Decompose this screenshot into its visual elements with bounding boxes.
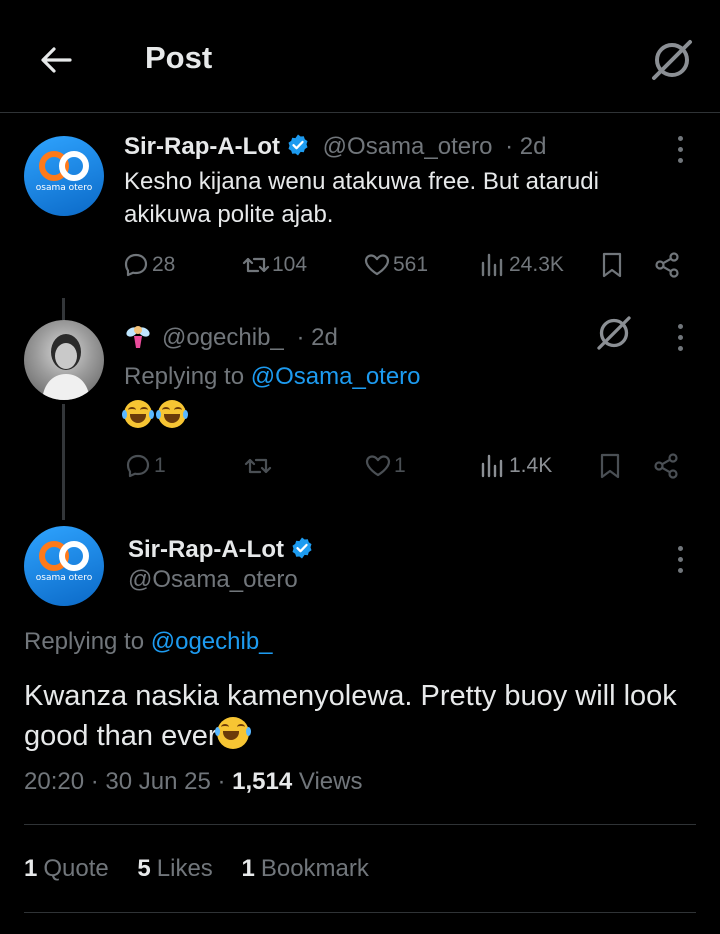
avatar-label: osama otero	[35, 573, 93, 583]
mention-link[interactable]: @Osama_otero	[251, 363, 421, 390]
profile-photo-icon	[42, 334, 90, 400]
reply-icon	[124, 253, 148, 277]
views-icon	[481, 454, 503, 478]
author-handle[interactable]: @Osama_otero	[323, 133, 493, 160]
back-arrow-icon[interactable]	[36, 40, 76, 80]
avatar[interactable]: osama otero	[24, 526, 104, 606]
repost-icon	[242, 257, 270, 273]
views-count: 24.3K	[509, 253, 564, 276]
laughing-emoji-icon	[122, 400, 154, 428]
tweet-time: · 2d	[296, 324, 338, 351]
like-button[interactable]: 1	[364, 452, 406, 480]
grok-icon[interactable]	[648, 36, 696, 84]
thread-line	[62, 298, 65, 320]
repost-button[interactable]	[244, 452, 274, 480]
laughing-emoji-icon	[215, 717, 252, 749]
views-button[interactable]: 1.4K	[479, 452, 552, 480]
brand-logo-icon	[39, 541, 89, 571]
page-title: Post	[145, 40, 213, 75]
tweet-time: · 2d	[505, 133, 547, 160]
tweet-emojis	[122, 400, 189, 429]
verified-badge-icon	[288, 134, 308, 156]
likes-stat[interactable]: 5 Likes	[137, 855, 212, 882]
brand-logo-icon	[39, 151, 89, 181]
more-options-icon[interactable]	[675, 324, 685, 354]
author-handle[interactable]: @Osama_otero	[128, 566, 298, 594]
heart-icon	[365, 455, 391, 477]
bookmark-icon[interactable]	[596, 452, 624, 480]
reply-count: 1	[154, 454, 166, 477]
avatar[interactable]: osama otero	[24, 136, 104, 216]
replying-to: Replying to @Osama_otero	[124, 363, 421, 390]
grok-icon[interactable]	[594, 313, 634, 353]
fairy-emoji-icon	[126, 326, 150, 348]
engagement-stats: 1 Quote 5 Likes 1 Bookmark	[24, 855, 391, 883]
repost-icon	[244, 458, 272, 474]
replying-to: Replying to @ogechib_	[24, 628, 273, 655]
top-bar: Post	[0, 0, 720, 113]
heart-icon	[364, 254, 390, 276]
tweet-text: Kesho kijana wenu atakuwa free. But atar…	[124, 168, 599, 228]
share-icon[interactable]	[653, 251, 681, 279]
views-label: Views	[292, 768, 363, 795]
like-count: 1	[394, 454, 406, 477]
views-button[interactable]: 24.3K	[479, 251, 564, 279]
reply-button[interactable]: 1	[124, 452, 166, 480]
tweet-author-line: Sir-Rap-A-Lot @Osama_otero · 2d	[124, 133, 546, 161]
reply-button[interactable]: 28	[122, 251, 175, 279]
bookmarks-stat[interactable]: 1 Bookmark	[241, 855, 368, 882]
author-handle[interactable]: @ogechib_	[162, 324, 284, 351]
laughing-emoji-icon	[156, 400, 189, 428]
verified-badge-icon	[292, 537, 312, 559]
divider	[24, 912, 696, 913]
tweet-author-line: @ogechib_ · 2d	[124, 322, 338, 352]
thread-line	[62, 404, 65, 520]
repost-button[interactable]: 104	[242, 251, 307, 279]
like-count: 561	[393, 253, 429, 276]
like-button[interactable]: 561	[363, 251, 428, 279]
tweet-text: Kwanza naskia kamenyolewa. Pretty buoy w…	[24, 680, 677, 752]
author-name[interactable]: Sir-Rap-A-Lot	[124, 133, 280, 160]
more-options-icon[interactable]	[675, 136, 685, 166]
avatar[interactable]	[24, 320, 104, 400]
repost-count: 104	[272, 253, 308, 276]
author-line: Sir-Rap-A-Lot	[128, 536, 314, 564]
tweet-meta: 20:20 · 30 Jun 25 · 1,514 Views	[24, 768, 362, 796]
tweet-timestamp[interactable]: 20:20 · 30 Jun 25 ·	[24, 768, 232, 795]
quotes-stat[interactable]: 1 Quote	[24, 855, 109, 882]
views-icon	[481, 253, 503, 277]
share-icon[interactable]	[652, 452, 680, 480]
reply-icon	[126, 454, 150, 478]
author-name[interactable]: Sir-Rap-A-Lot	[128, 536, 284, 563]
divider	[24, 824, 696, 825]
mention-link[interactable]: @ogechib_	[151, 628, 273, 655]
views-count: 1.4K	[509, 454, 553, 477]
views-count: 1,514	[232, 768, 293, 795]
more-options-icon[interactable]	[675, 546, 685, 576]
reply-count: 28	[152, 253, 176, 276]
avatar-label: osama otero	[35, 183, 93, 193]
bookmark-icon[interactable]	[598, 251, 626, 279]
